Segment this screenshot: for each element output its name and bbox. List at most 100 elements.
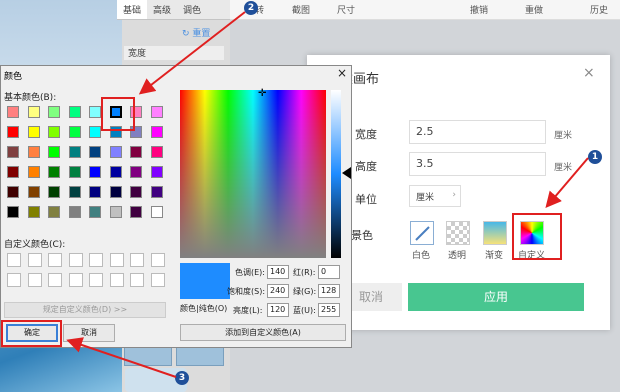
basic-color-swatch[interactable] <box>150 166 163 178</box>
basic-color-swatch[interactable] <box>150 146 163 158</box>
step-badge-1: 1 <box>588 150 602 164</box>
basic-color-swatch[interactable] <box>89 126 101 138</box>
add-to-custom-colors-button[interactable]: 添加到自定义颜色(A) <box>180 324 346 341</box>
height-label: 高度 <box>355 160 377 173</box>
crosshair-icon[interactable]: ✛ <box>258 88 266 99</box>
basic-color-swatch[interactable] <box>48 106 60 118</box>
basic-color-swatch[interactable] <box>48 166 60 178</box>
luminance-label: 亮度(L): <box>233 306 263 315</box>
basic-color-swatch[interactable] <box>48 146 60 158</box>
basic-color-swatch[interactable] <box>89 166 101 178</box>
hue-input[interactable]: 140 <box>267 265 289 279</box>
basic-color-swatch[interactable] <box>27 106 40 118</box>
basic-color-swatch[interactable] <box>150 126 163 138</box>
custom-color-swatch[interactable] <box>130 253 144 267</box>
basic-color-swatch[interactable] <box>150 186 163 198</box>
unit-select[interactable]: 厘米 › <box>409 185 461 207</box>
custom-color-swatch[interactable] <box>7 253 21 267</box>
basic-color-swatch[interactable] <box>109 186 122 198</box>
custom-color-swatch[interactable] <box>48 253 62 267</box>
custom-color-swatch[interactable] <box>68 253 83 267</box>
custom-color-swatch[interactable] <box>27 273 42 287</box>
basic-color-swatch[interactable] <box>7 126 19 138</box>
custom-color-swatch[interactable] <box>68 273 83 287</box>
custom-color-swatch[interactable] <box>150 273 165 287</box>
pencil-icon <box>415 226 430 241</box>
basic-color-swatch[interactable] <box>68 106 81 118</box>
basic-color-swatch[interactable] <box>109 146 122 158</box>
basic-color-swatch[interactable] <box>27 126 40 138</box>
close-icon[interactable]: × <box>583 65 595 81</box>
basic-color-swatch[interactable] <box>48 206 60 218</box>
custom-color-swatch[interactable] <box>48 273 62 287</box>
crop-tool[interactable]: 截图 <box>292 3 310 16</box>
redo-button[interactable]: 重做 <box>525 3 543 16</box>
basic-color-swatch[interactable] <box>7 206 19 218</box>
blue-input[interactable]: 255 <box>318 303 340 317</box>
custom-color-swatch[interactable] <box>109 253 124 267</box>
custom-color-swatch[interactable] <box>150 253 165 267</box>
bg-gradient-label: 渐变 <box>485 251 504 261</box>
basic-color-swatch[interactable] <box>150 106 163 118</box>
bg-gradient-option[interactable] <box>483 221 507 245</box>
basic-color-swatch[interactable] <box>68 126 81 138</box>
basic-color-swatch[interactable] <box>7 146 19 158</box>
red-input[interactable]: 0 <box>318 265 340 279</box>
basic-color-swatch[interactable] <box>7 186 19 198</box>
saturation-input[interactable]: 240 <box>267 284 289 298</box>
bg-white-option[interactable] <box>410 221 434 245</box>
size-tool[interactable]: 尺寸 <box>337 3 355 16</box>
basic-color-swatch[interactable] <box>48 186 60 198</box>
custom-color-swatch[interactable] <box>27 253 42 267</box>
bg-transparent-option[interactable] <box>446 221 470 245</box>
color-preview <box>180 263 230 299</box>
basic-color-swatch[interactable] <box>109 206 122 218</box>
hue-label: 色调(E): <box>235 268 265 277</box>
undo-button[interactable]: 撤销 <box>470 3 488 16</box>
custom-color-swatch[interactable] <box>7 273 21 287</box>
width-setting-item[interactable]: 宽度 <box>124 46 224 60</box>
basic-color-swatch[interactable] <box>89 186 101 198</box>
basic-color-swatch[interactable] <box>150 206 163 218</box>
custom-color-swatch[interactable] <box>130 273 144 287</box>
basic-color-swatch[interactable] <box>27 206 40 218</box>
basic-color-swatch[interactable] <box>89 146 101 158</box>
basic-color-swatch[interactable] <box>130 166 142 178</box>
basic-color-swatch[interactable] <box>68 186 81 198</box>
reset-link[interactable]: ↻ 重置 <box>182 26 210 39</box>
custom-color-swatch[interactable] <box>109 273 124 287</box>
color-cancel-button[interactable]: 取消 <box>63 324 115 342</box>
basic-color-swatch[interactable] <box>7 106 19 118</box>
tab-basic[interactable]: 基础 <box>117 0 148 19</box>
custom-color-swatch[interactable] <box>89 253 103 267</box>
tab-color[interactable]: 调色 <box>177 0 207 19</box>
basic-color-swatch[interactable] <box>68 206 81 218</box>
basic-color-swatch[interactable] <box>109 166 122 178</box>
basic-color-swatch[interactable] <box>48 126 60 138</box>
custom-color-swatch[interactable] <box>89 273 103 287</box>
luminance-input[interactable]: 120 <box>267 303 289 317</box>
close-icon[interactable]: × <box>337 66 347 80</box>
basic-color-swatch[interactable] <box>130 186 142 198</box>
basic-color-swatch[interactable] <box>27 166 40 178</box>
height-input[interactable]: 3.5 <box>409 152 546 176</box>
define-custom-colors-button[interactable]: 规定自定义颜色(D) >> <box>4 302 166 318</box>
basic-color-swatch[interactable] <box>130 206 142 218</box>
tab-advanced[interactable]: 高级 <box>147 0 177 19</box>
basic-color-swatch[interactable] <box>7 166 19 178</box>
basic-color-swatch[interactable] <box>89 206 101 218</box>
basic-color-swatch[interactable] <box>68 146 81 158</box>
color-spectrum[interactable] <box>180 90 326 258</box>
luminance-pointer-icon[interactable] <box>342 167 351 179</box>
unit-select-value: 厘米 <box>416 193 435 203</box>
luminance-slider[interactable] <box>331 90 341 258</box>
basic-color-swatch[interactable] <box>130 146 142 158</box>
basic-color-swatch[interactable] <box>27 146 40 158</box>
basic-color-swatch[interactable] <box>68 166 81 178</box>
width-input[interactable]: 2.5 <box>409 120 546 144</box>
basic-color-swatch[interactable] <box>89 106 101 118</box>
green-input[interactable]: 128 <box>318 284 340 298</box>
basic-color-swatch[interactable] <box>27 186 40 198</box>
history-button[interactable]: 历史 <box>590 3 608 16</box>
apply-button[interactable]: 应用 <box>408 283 584 311</box>
